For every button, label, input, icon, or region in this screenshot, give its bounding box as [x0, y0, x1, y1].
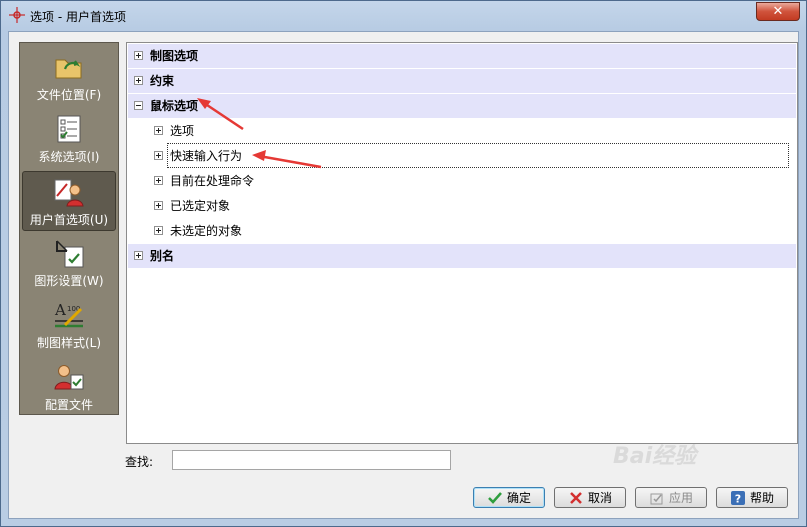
- user-preferences-icon: [54, 179, 84, 207]
- tree-node-label: 目前在处理命令: [170, 174, 255, 188]
- ok-button[interactable]: 确定: [473, 487, 545, 508]
- tree-node-label: 别名: [150, 249, 175, 263]
- app-icon: [9, 7, 25, 23]
- tree-node-label: 鼠标选项: [150, 99, 199, 113]
- sidebar-item-label: 图形设置(W): [34, 274, 104, 288]
- checkmark-icon: [488, 491, 502, 504]
- sidebar-item-label: 用户首选项(U): [29, 213, 109, 227]
- profile-icon: [54, 365, 84, 390]
- sidebar-item-label: 系统选项(I): [38, 150, 100, 164]
- annotation-arrow: [252, 150, 322, 169]
- help-button[interactable]: ? 帮助: [716, 487, 788, 508]
- tree-node-label: 已选定对象: [170, 199, 231, 213]
- apply-icon: [650, 493, 663, 504]
- drafting-style-icon: A 100: [54, 301, 83, 328]
- tree-node-label: 制图选项: [150, 49, 199, 63]
- expand-icon[interactable]: [154, 176, 163, 185]
- tree-node-unselected-objects[interactable]: 未选定的对象: [128, 219, 796, 243]
- close-icon: ✕: [772, 4, 784, 19]
- search-label: 查找:: [125, 455, 154, 469]
- tree-node-label: 快速输入行为: [170, 149, 243, 163]
- expand-icon[interactable]: [154, 151, 163, 160]
- annotation-arrow: [197, 98, 244, 131]
- cancel-button-label: 取消: [587, 491, 612, 505]
- sidebar-item-user-preferences[interactable]: 用户首选项(U): [22, 171, 116, 231]
- cancel-x-icon: [570, 491, 582, 504]
- tree-node-drafting-options[interactable]: 制图选项: [128, 44, 796, 68]
- expand-icon[interactable]: [134, 251, 143, 260]
- window-title: 选项 - 用户首选项: [30, 10, 126, 24]
- expand-icon[interactable]: [154, 226, 163, 235]
- help-icon: ?: [730, 490, 745, 505]
- collapse-icon[interactable]: [134, 101, 143, 110]
- cancel-button[interactable]: 取消: [554, 487, 626, 508]
- svg-text:A: A: [54, 301, 66, 319]
- tree-node-quick-input-behavior[interactable]: 快速输入行为: [128, 144, 796, 168]
- tree-node-label: 选项: [170, 124, 195, 138]
- dialog-content: 文件位置(F) 系统选项(I) 用户首选项(U) 图形设置(W) A 100 制…: [8, 31, 799, 519]
- sidebar-item-file-locations[interactable]: 文件位置(F): [22, 47, 116, 107]
- title-bar[interactable]: 选项 - 用户首选项 ✕: [1, 1, 806, 31]
- options-dialog: 选项 - 用户首选项 ✕ 文件位置(F) 系统选项(I) 用户首选项(U) 图形…: [0, 0, 807, 527]
- category-sidebar: 文件位置(F) 系统选项(I) 用户首选项(U) 图形设置(W) A 100 制…: [19, 42, 119, 415]
- search-input[interactable]: [172, 450, 451, 470]
- folder-icon: [55, 59, 82, 79]
- ok-button-label: 确定: [506, 491, 531, 505]
- expand-icon[interactable]: [154, 201, 163, 210]
- sidebar-item-profiles[interactable]: 配置文件: [22, 357, 116, 417]
- expand-icon[interactable]: [134, 51, 143, 60]
- help-button-label: 帮助: [749, 491, 774, 505]
- sidebar-item-drafting-style[interactable]: A 100 制图样式(L): [22, 295, 116, 355]
- graphics-settings-icon: [56, 240, 84, 268]
- sidebar-item-system-options[interactable]: 系统选项(I): [22, 109, 116, 169]
- expand-icon[interactable]: [134, 76, 143, 85]
- tree-node-label: 未选定的对象: [170, 224, 243, 238]
- apply-button[interactable]: 应用: [635, 487, 707, 508]
- checklist-icon: [57, 115, 81, 143]
- sidebar-item-graphics-settings[interactable]: 图形设置(W): [22, 233, 116, 293]
- svg-text:?: ?: [735, 492, 741, 505]
- sidebar-item-label: 文件位置(F): [36, 88, 102, 102]
- tree-node-aliases[interactable]: 别名: [128, 244, 796, 268]
- tree-node-constraints[interactable]: 约束: [128, 69, 796, 93]
- sidebar-item-label: 配置文件: [44, 398, 93, 412]
- tree-node-selected-objects[interactable]: 已选定对象: [128, 194, 796, 218]
- close-button[interactable]: ✕: [756, 2, 800, 21]
- tree-node-command-in-progress[interactable]: 目前在处理命令: [128, 169, 796, 193]
- tree-node-label: 约束: [150, 74, 175, 88]
- expand-icon[interactable]: [154, 126, 163, 135]
- sidebar-item-label: 制图样式(L): [36, 336, 102, 350]
- apply-button-label: 应用: [668, 491, 693, 505]
- options-tree: 制图选项 约束 鼠标选项 选项 快速输入行为 目前在处理命令 已选定对象 未选定…: [126, 42, 798, 444]
